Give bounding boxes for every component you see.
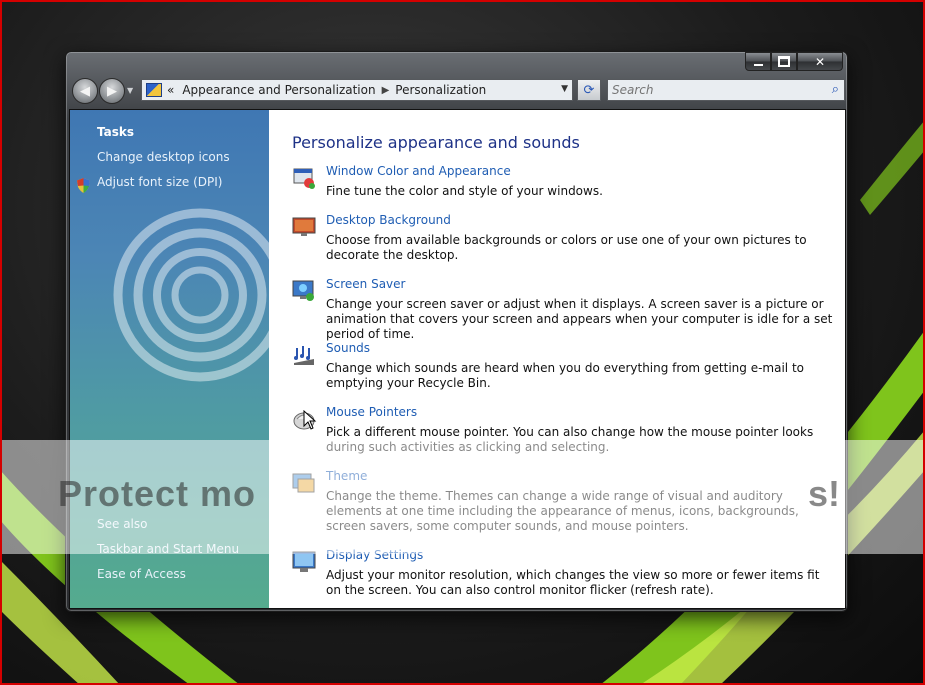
item-description: Change the theme. Themes can change a wi… [326,489,799,533]
maximize-icon [778,56,790,67]
sounds-link[interactable]: Sounds [326,341,370,355]
task-pane: Tasks Change desktop icons Adjust font s… [70,110,269,608]
forward-button[interactable]: ▶ [99,78,125,104]
item-description: Choose from available backgrounds or col… [326,233,807,262]
theme-link[interactable]: Theme [326,469,367,483]
item-description: Pick a different mouse pointer. You can … [326,425,814,454]
search-input[interactable] [608,81,822,99]
arrow-left-icon: ◀ [80,83,90,99]
search-box: ⌕ [607,79,845,101]
screen-saver-link[interactable]: Screen Saver [326,277,405,291]
item-description: Change which sounds are heard when you d… [326,361,804,390]
refresh-button[interactable]: ⟳ [577,79,601,101]
theme-icon [292,473,315,493]
display-settings-link[interactable]: Display Settings [326,548,423,562]
mouse-pointers-link[interactable]: Mouse Pointers [326,405,417,419]
taskbar-and-start-menu-link[interactable]: Taskbar and Start Menu [97,542,239,556]
address-overflow-chevron[interactable]: « [167,83,174,97]
change-desktop-icons-link[interactable]: Change desktop icons [97,150,230,164]
maximize-button[interactable] [771,52,797,71]
search-icon[interactable]: ⌕ [832,82,839,97]
arrow-right-icon: ▶ [107,83,117,99]
minimize-button[interactable] [745,52,771,71]
window-color-icon [293,168,315,189]
client-area: Tasks Change desktop icons Adjust font s… [69,109,846,609]
shield-icon [77,178,90,193]
navigation-bar: ◀ ▶ ▼ « Appearance and Personalization ▶… [70,78,845,104]
adjust-font-size-link[interactable]: Adjust font size (DPI) [97,175,222,189]
item-description: Adjust your monitor resolution, which ch… [326,568,820,597]
item-description: Fine tune the color and style of your wi… [326,184,603,198]
minimize-icon [753,63,763,66]
recent-pages-dropdown[interactable]: ▼ [127,86,133,95]
control-panel-icon [146,83,162,97]
address-bar[interactable]: « Appearance and Personalization ▶ Perso… [141,79,573,101]
back-button[interactable]: ◀ [72,78,98,104]
item-description: Change your screen saver or adjust when … [326,297,833,341]
control-panel-window: ✕ ◀ ▶ ▼ « Appearance and Personalization… [65,51,848,612]
refresh-icon: ⟳ [583,82,595,98]
breadcrumb-personalization[interactable]: Personalization [395,83,486,97]
desktop-background-icon [292,217,316,236]
address-dropdown-icon[interactable]: ▼ [561,84,568,94]
see-also-heading: See also [97,517,148,531]
breadcrumb-separator-icon[interactable]: ▶ [382,85,390,96]
close-icon: ✕ [814,54,826,69]
swirl-decoration [113,208,269,382]
screen-saver-icon [292,280,314,301]
content-pane: Personalize appearance and sounds Window… [292,110,842,608]
close-button[interactable]: ✕ [797,52,843,71]
breadcrumb-appearance-and-personalization[interactable]: Appearance and Personalization [182,83,375,97]
ease-of-access-link[interactable]: Ease of Access [97,567,186,581]
sounds-icon [294,346,314,365]
tasks-heading: Tasks [97,125,135,139]
display-settings-icon [292,551,316,572]
caption-buttons: ✕ [745,52,843,71]
mouse-cursor-icon [303,410,317,430]
window-color-and-appearance-link[interactable]: Window Color and Appearance [326,164,511,178]
page-title: Personalize appearance and sounds [292,133,580,152]
desktop-background-link[interactable]: Desktop Background [326,213,451,227]
